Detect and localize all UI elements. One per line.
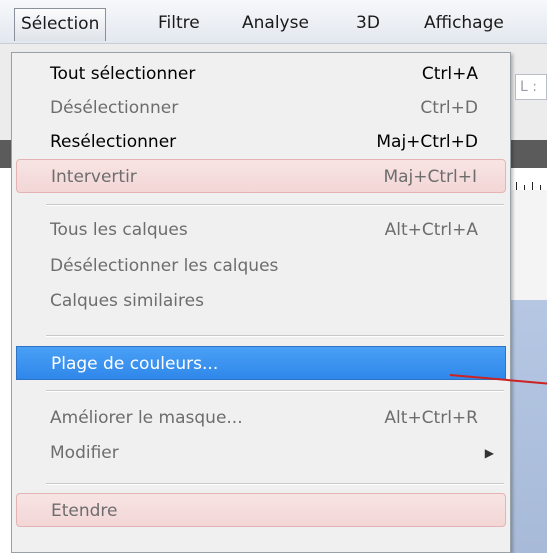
menu-item-intervertir[interactable]: Intervertir Maj+Ctrl+I [16,159,506,193]
menu-item-label: Plage de couleurs... [51,354,219,374]
menu-item-label: Modifier [50,443,119,463]
menu-item-tout-selectionner[interactable]: Tout sélectionner Ctrl+A [16,57,506,91]
menu-item-shortcut: Ctrl+A [421,64,478,84]
menu-item-label: Tout sélectionner [50,64,196,84]
menu-item-tous-les-calques[interactable]: Tous les calques Alt+Ctrl+A [16,213,506,247]
menu-item-label: Désélectionner [50,98,179,118]
submenu-arrow-icon: ▶ [484,446,494,460]
canvas-margin [510,190,547,300]
menu-3d[interactable]: 3D [350,8,386,38]
menu-item-label: Resélectionner [50,132,177,152]
ruler [510,168,547,191]
menu-item-label: Désélectionner les calques [50,256,279,276]
menu-item-shortcut: Maj+Ctrl+D [376,132,478,152]
menu-item-ameliorer-le-masque[interactable]: Améliorer le masque... Alt+Ctrl+R [16,401,506,435]
menu-item-plage-de-couleurs[interactable]: Plage de couleurs... [16,346,506,380]
menu-item-shortcut: Maj+Ctrl+I [383,167,477,187]
menu-bar: Sélection Filtre Analyse 3D Affichage [0,0,547,44]
menu-item-label: Calques similaires [50,291,204,311]
menu-item-shortcut: Alt+Ctrl+A [384,220,478,240]
menu-separator [46,335,504,337]
menu-separator [46,204,504,206]
menu-item-deselectionner[interactable]: Désélectionner Ctrl+D [16,91,506,125]
canvas-area [510,300,547,553]
width-field[interactable]: L : [515,74,547,100]
menu-item-deselectionner-les-calques[interactable]: Désélectionner les calques [16,249,506,283]
menu-separator [46,483,504,485]
menu-selection[interactable]: Sélection [14,8,107,41]
menu-item-calques-similaires[interactable]: Calques similaires [16,284,506,318]
selection-dropdown-menu: Tout sélectionner Ctrl+A Désélectionner … [11,52,511,553]
menu-item-reselectionner[interactable]: Resélectionner Maj+Ctrl+D [16,125,506,159]
menu-item-etendre[interactable]: Etendre [16,493,506,527]
menu-separator [46,390,504,392]
menu-item-shortcut: Alt+Ctrl+R [384,408,478,428]
menu-item-modifier[interactable]: Modifier ▶ [16,436,506,470]
menu-item-label: Améliorer le masque... [50,408,243,428]
menu-item-label: Tous les calques [50,220,188,240]
menu-item-shortcut: Ctrl+D [420,98,478,118]
menu-item-label: Intervertir [51,167,137,187]
menu-affichage[interactable]: Affichage [418,8,510,38]
menu-item-label: Etendre [51,501,118,521]
menu-analyse[interactable]: Analyse [236,8,315,38]
menu-filtre[interactable]: Filtre [152,8,206,38]
